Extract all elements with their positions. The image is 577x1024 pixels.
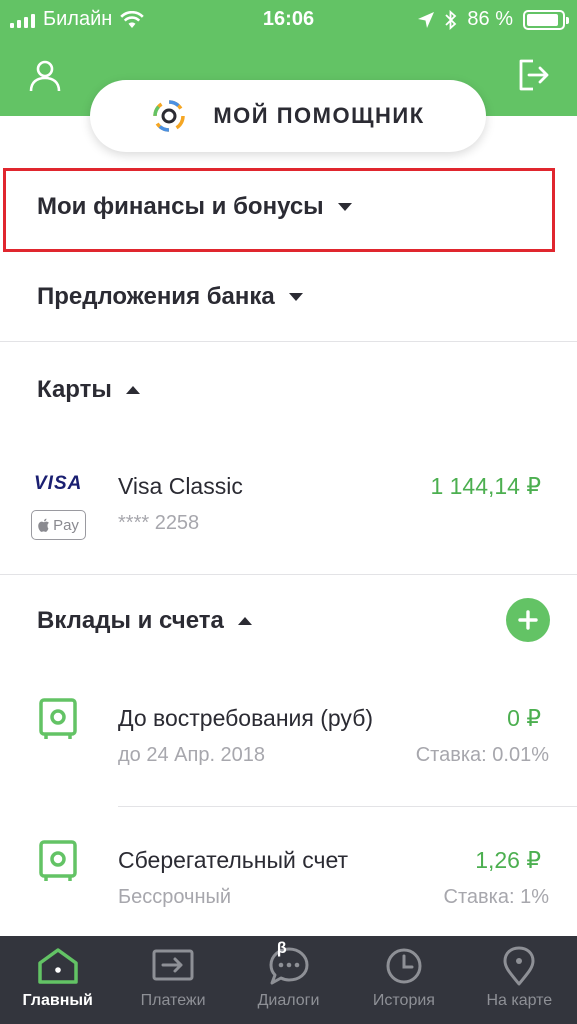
apple-icon [38,518,49,532]
section-deposits[interactable]: Вклады и счета [37,607,252,635]
account-balance: 0 ₽ [507,705,541,731]
dialogs-icon [269,947,309,985]
tab-map[interactable]: На карте [462,936,577,1024]
divider [0,574,577,575]
divider [0,341,577,342]
battery-percent: 86 % [467,8,513,30]
payments-icon [152,949,194,981]
account-rate: Ставка: 1% [443,886,549,908]
visa-logo: VISA [34,473,83,494]
tab-history[interactable]: История [346,936,461,1024]
tab-payments[interactable]: Платежи [115,936,230,1024]
map-pin-icon [503,946,535,986]
account-term: Бессрочный [118,886,232,908]
section-finances[interactable]: Мои финансы и бонусы [37,193,352,221]
safe-icon [39,840,77,881]
chevron-up-icon [237,617,252,625]
account-rate: Ставка: 0.01% [415,744,549,766]
battery-icon [523,9,569,30]
card-balance: 1 144,14 ₽ [430,473,541,499]
account-name: Сберегательный счет [118,847,349,873]
card-name: Visa Classic [118,473,243,499]
tab-home-label: Главный [22,992,93,1009]
tab-map-label: На карте [486,992,553,1009]
status-bar: Билайн 16:06 86 % [0,0,577,40]
section-offers-label: Предложения банка [37,283,275,310]
assistant-label: МОЙ ПОМОЩНИК [213,103,425,128]
assistant-button[interactable]: МОЙ ПОМОЩНИК [90,80,486,152]
section-cards-label: Карты [37,376,112,403]
account-balance: 1,26 ₽ [475,847,541,873]
logout-icon[interactable] [517,58,551,92]
location-icon [418,11,435,28]
assistant-logo-icon [153,100,186,132]
section-deposits-label: Вклады и счета [37,607,224,634]
card-number: **** 2258 [118,512,200,534]
plus-icon [518,610,538,630]
chevron-down-icon [288,293,303,301]
tab-payments-label: Платежи [140,992,206,1009]
chevron-up-icon [125,386,140,394]
history-icon [386,948,422,984]
profile-icon[interactable] [28,58,62,92]
section-finances-label: Мои финансы и бонусы [37,193,324,220]
add-account-button[interactable] [506,598,550,642]
section-cards[interactable]: Карты [37,376,140,404]
account-name: До востребования (руб) [118,705,374,731]
section-offers[interactable]: Предложения банка [37,283,303,311]
divider [118,806,577,807]
beta-badge: β [276,940,287,957]
safe-icon [39,698,77,739]
tab-bar: Главный Платежи β Диалоги История На кар… [0,936,577,1024]
bluetooth-icon [445,9,457,30]
tab-home[interactable]: Главный [0,936,115,1024]
account-term: до 24 Апр. 2018 [118,744,266,766]
home-icon [37,948,78,984]
tab-dialogs[interactable]: β Диалоги [231,936,346,1024]
tab-dialogs-label: Диалоги [257,992,320,1009]
apple-pay-label: Pay [53,516,79,534]
apple-pay-badge: Pay [31,510,86,540]
chevron-down-icon [337,203,352,211]
tab-history-label: История [372,992,435,1009]
